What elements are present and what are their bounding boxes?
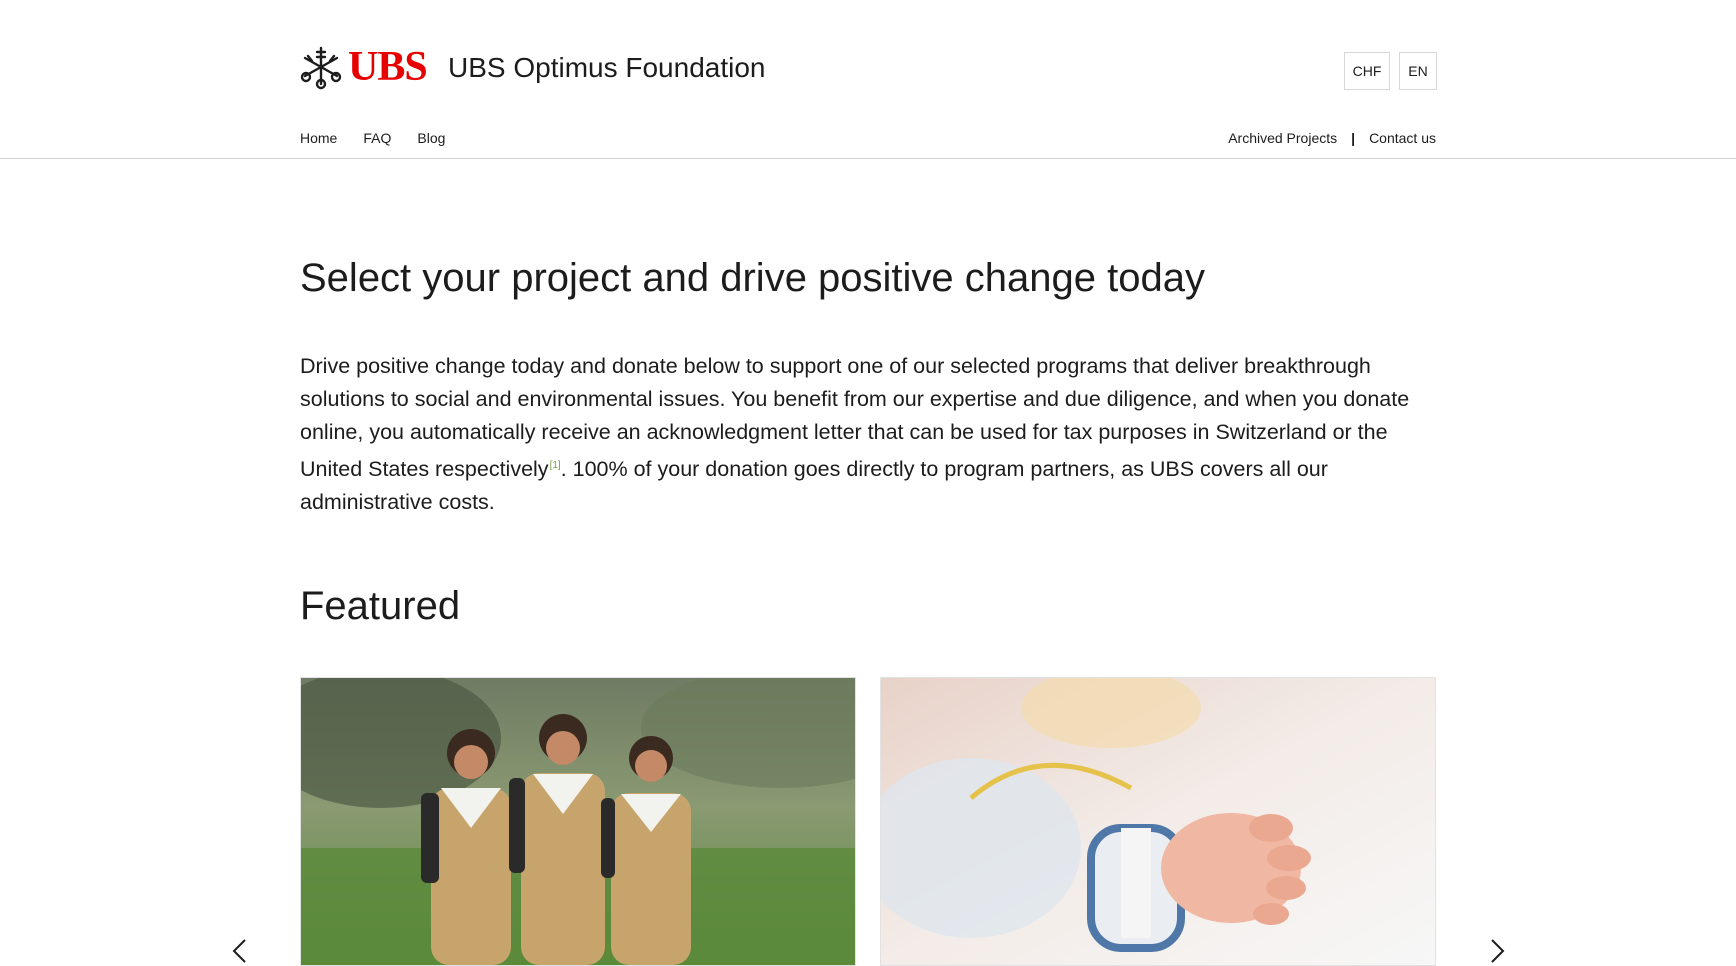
ubs-keys-icon [300, 46, 342, 90]
project-image-newborn [881, 678, 1435, 965]
nav-home-link[interactable]: Home [300, 130, 337, 146]
chevron-right-icon[interactable] [1486, 938, 1508, 964]
nav-blog-link[interactable]: Blog [417, 130, 445, 146]
ubs-wordmark: UBS [348, 44, 428, 90]
main-nav: Home FAQ Blog [300, 130, 445, 146]
currency-selector[interactable]: CHF [1344, 52, 1390, 90]
language-selector[interactable]: EN [1399, 52, 1437, 90]
site-title[interactable]: UBS Optimus Foundation [448, 52, 766, 84]
page-headline: Select your project and drive positive c… [300, 256, 1205, 300]
secondary-nav: Archived Projects | Contact us [1228, 130, 1436, 146]
nav-faq-link[interactable]: FAQ [363, 130, 391, 146]
project-image-schoolgirls [301, 678, 855, 965]
site-header: UBS UBS Optimus Foundation CHF EN Home F… [0, 0, 1736, 159]
project-card-education[interactable] [300, 677, 856, 966]
chevron-left-icon[interactable] [229, 938, 251, 964]
project-card-newborn[interactable] [880, 677, 1436, 966]
footnote-link[interactable]: [1] [550, 460, 561, 471]
nav-separator: | [1351, 130, 1356, 146]
intro-paragraph: Drive positive change today and donate b… [300, 350, 1440, 519]
nav-contact-link[interactable]: Contact us [1369, 130, 1436, 146]
ubs-logo[interactable]: UBS [300, 44, 428, 90]
nav-archived-projects-link[interactable]: Archived Projects [1228, 130, 1337, 146]
featured-heading: Featured [300, 584, 461, 628]
